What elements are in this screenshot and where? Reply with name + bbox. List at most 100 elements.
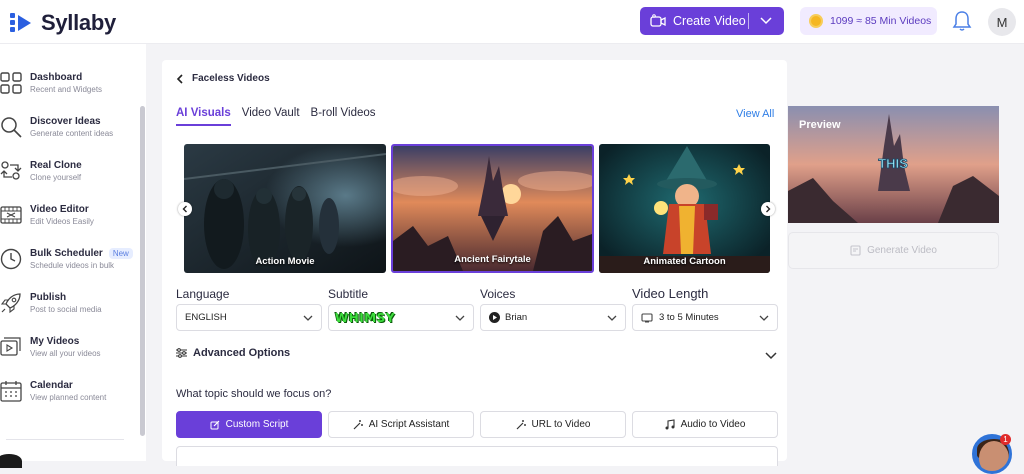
chat-avatar-face xyxy=(979,441,1009,471)
back-link[interactable]: Faceless Videos xyxy=(176,73,270,84)
back-link-label: Faceless Videos xyxy=(192,73,270,84)
sidebar-item-title: Bulk Scheduler New xyxy=(30,248,133,259)
chevron-down-icon[interactable] xyxy=(765,351,777,360)
sidebar-item-discover-ideas[interactable]: Discover Ideas Generate content ideas xyxy=(0,114,135,154)
button-separator xyxy=(748,13,749,29)
sidebar-item-title: Calendar xyxy=(30,380,73,391)
audio-to-video-button[interactable]: Audio to Video xyxy=(632,411,778,438)
tab-b-roll-videos[interactable]: B-roll Videos xyxy=(311,107,376,126)
style-card-action-movie[interactable]: Action Movie xyxy=(184,144,386,273)
style-card-animated-cartoon[interactable]: Animated Cartoon xyxy=(599,144,770,273)
sidebar-item-video-editor[interactable]: Video Editor Edit Videos Easily xyxy=(0,202,135,242)
video-length-select[interactable]: 3 to 5 Minutes xyxy=(632,304,778,331)
document-video-icon xyxy=(850,245,861,256)
logo-text: Syllaby xyxy=(41,10,116,35)
subtitle-label: Subtitle xyxy=(328,287,369,301)
sidebar-item-subtitle: Post to social media xyxy=(30,305,102,314)
carousel-prev-button[interactable] xyxy=(178,202,192,216)
sidebar-divider xyxy=(6,439,124,440)
language-select[interactable]: ENGLISH xyxy=(176,304,322,331)
logo-icon xyxy=(10,13,31,32)
video-camera-icon xyxy=(650,14,666,27)
sidebar-item-dashboard[interactable]: Dashboard Recent and Widgets xyxy=(0,70,135,110)
magic-wand-icon xyxy=(516,419,526,429)
subtitle-select[interactable]: WHIMSY xyxy=(328,304,474,331)
sidebar-item-title: Video Editor xyxy=(30,204,89,215)
chevron-left-icon xyxy=(182,205,187,213)
url-to-video-button[interactable]: URL to Video xyxy=(480,411,626,438)
generate-video-label: Generate Video xyxy=(867,245,937,256)
chevron-down-icon xyxy=(455,315,465,321)
ai-script-assistant-label: AI Script Assistant xyxy=(368,419,450,430)
subtitle-value: WHIMSY xyxy=(335,310,396,325)
bell-icon[interactable] xyxy=(952,10,972,32)
credits-text: 1099 ≈ 85 Min Videos xyxy=(830,15,932,27)
tab-video-vault[interactable]: Video Vault xyxy=(242,107,300,126)
edit-icon xyxy=(210,420,220,429)
chat-unread-badge: 1 xyxy=(1000,434,1011,445)
sidebar-item-subtitle: Generate content ideas xyxy=(30,129,114,138)
style-card-caption: Ancient Fairytale xyxy=(454,254,531,265)
sidebar-item-publish[interactable]: Publish Post to social media xyxy=(0,290,135,330)
voices-label: Voices xyxy=(480,287,516,301)
chevron-down-icon[interactable] xyxy=(759,15,773,27)
topic-question: What topic should we focus on? xyxy=(176,388,332,400)
sidebar: Dashboard Recent and Widgets Discover Id… xyxy=(0,44,146,461)
sidebar-scrollbar[interactable] xyxy=(140,106,145,436)
voices-select[interactable]: Brian xyxy=(480,304,626,331)
language-label: Language xyxy=(176,287,230,301)
clone-icon xyxy=(0,161,22,180)
sidebar-item-title: My Videos xyxy=(30,336,80,347)
preview-overlay-text: THIS xyxy=(878,156,908,171)
search-icon xyxy=(1,117,22,138)
film-scissors-icon xyxy=(0,206,22,224)
calendar-icon xyxy=(0,381,22,402)
advanced-options-toggle[interactable]: Advanced Options xyxy=(176,347,290,359)
music-note-icon xyxy=(665,419,675,430)
avatar[interactable]: M xyxy=(988,8,1016,36)
create-video-label: Create Video xyxy=(673,14,746,28)
sidebar-item-my-videos[interactable]: My Videos View all your videos xyxy=(0,334,135,374)
chevron-down-icon xyxy=(759,315,769,321)
preview-label: Preview xyxy=(799,119,841,131)
sidebar-item-title: Discover Ideas xyxy=(30,116,101,127)
new-badge: New xyxy=(108,248,133,259)
sidebar-item-subtitle: View all your videos xyxy=(30,349,101,358)
advanced-options-label: Advanced Options xyxy=(193,347,291,359)
custom-script-label: Custom Script xyxy=(225,419,289,430)
coin-icon xyxy=(809,14,823,28)
video-length-value: 3 to 5 Minutes xyxy=(659,312,719,323)
view-all-link[interactable]: View All xyxy=(736,108,774,120)
action-movie-thumbnail xyxy=(184,144,386,273)
style-card-caption: Animated Cartoon xyxy=(643,256,726,267)
logo[interactable]: Syllaby xyxy=(9,10,116,36)
sidebar-item-bulk-scheduler[interactable]: Bulk Scheduler New Schedule videos in bul… xyxy=(0,246,135,286)
voices-value: Brian xyxy=(505,312,528,323)
play-circle-icon[interactable] xyxy=(489,312,500,323)
chevron-right-icon xyxy=(766,205,771,213)
create-video-button[interactable]: Create Video xyxy=(640,7,784,35)
sidebar-item-title-text: Bulk Scheduler xyxy=(30,248,103,259)
animated-cartoon-thumbnail xyxy=(599,144,770,273)
sidebar-item-title: Dashboard xyxy=(30,72,83,83)
url-to-video-label: URL to Video xyxy=(531,419,591,430)
sidebar-item-title: Publish xyxy=(30,292,67,303)
chevron-down-icon xyxy=(303,315,313,321)
carousel-next-button[interactable] xyxy=(761,202,775,216)
custom-script-button[interactable]: Custom Script xyxy=(176,411,322,438)
style-card-ancient-fairytale[interactable]: Ancient Fairytale xyxy=(391,144,594,273)
sliders-icon xyxy=(176,348,187,358)
generate-video-button[interactable]: Generate Video xyxy=(788,232,999,269)
audio-to-video-label: Audio to Video xyxy=(680,419,746,430)
tab-ai-visuals[interactable]: AI Visuals xyxy=(176,107,231,126)
credits-indicator[interactable]: 1099 ≈ 85 Min Videos xyxy=(800,7,937,35)
sidebar-item-calendar[interactable]: Calendar View planned content xyxy=(0,378,135,418)
script-textarea[interactable] xyxy=(176,446,778,466)
ai-script-assistant-button[interactable]: AI Script Assistant xyxy=(328,411,474,438)
video-library-icon xyxy=(0,337,21,356)
screen-icon xyxy=(641,312,653,322)
style-card-caption: Action Movie xyxy=(255,256,315,267)
sidebar-item-real-clone[interactable]: Real Clone Clone yourself xyxy=(0,158,135,198)
sidebar-bottom-avatar[interactable] xyxy=(0,454,22,468)
sidebar-item-subtitle: View planned content xyxy=(30,393,107,402)
